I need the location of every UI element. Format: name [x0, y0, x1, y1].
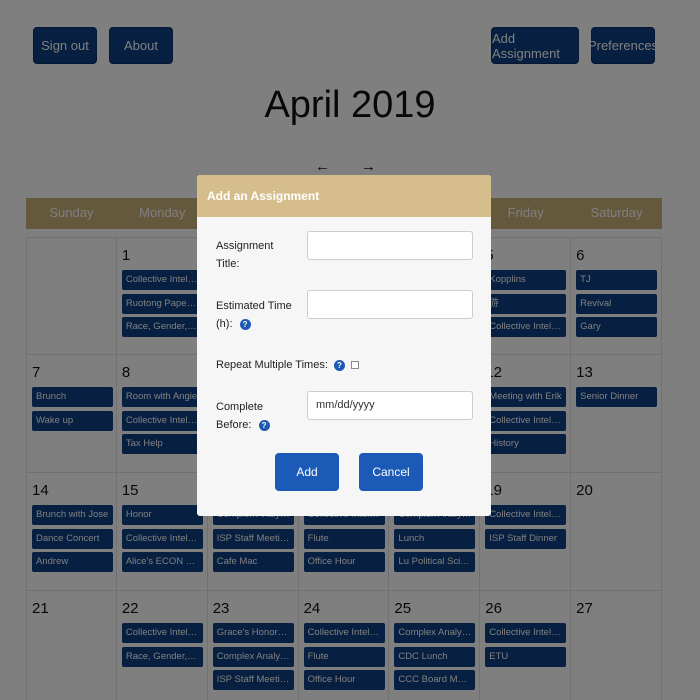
help-icon[interactable]: ?	[239, 318, 251, 330]
repeat-label: Repeat Multiple Times: ?	[216, 356, 360, 374]
add-button[interactable]: Add	[275, 453, 339, 491]
repeat-checkbox[interactable]	[351, 361, 360, 370]
complete-before-date-input[interactable]: mm/dd/yyyy	[307, 391, 473, 420]
estimated-time-label: Estimated Time (h): ?	[216, 300, 292, 330]
modal-title: Add an Assignment	[197, 175, 491, 217]
help-icon[interactable]: ?	[333, 359, 345, 371]
cancel-button[interactable]: Cancel	[359, 453, 423, 491]
assignment-title-label: Assignment Title:	[216, 240, 274, 270]
add-assignment-modal: Add an Assignment Assignment Title: Esti…	[197, 175, 491, 516]
complete-before-label: Complete Before: ?	[216, 398, 270, 434]
estimated-time-input[interactable]	[307, 290, 473, 319]
assignment-title-input[interactable]	[307, 231, 473, 260]
help-icon[interactable]: ?	[258, 419, 270, 431]
